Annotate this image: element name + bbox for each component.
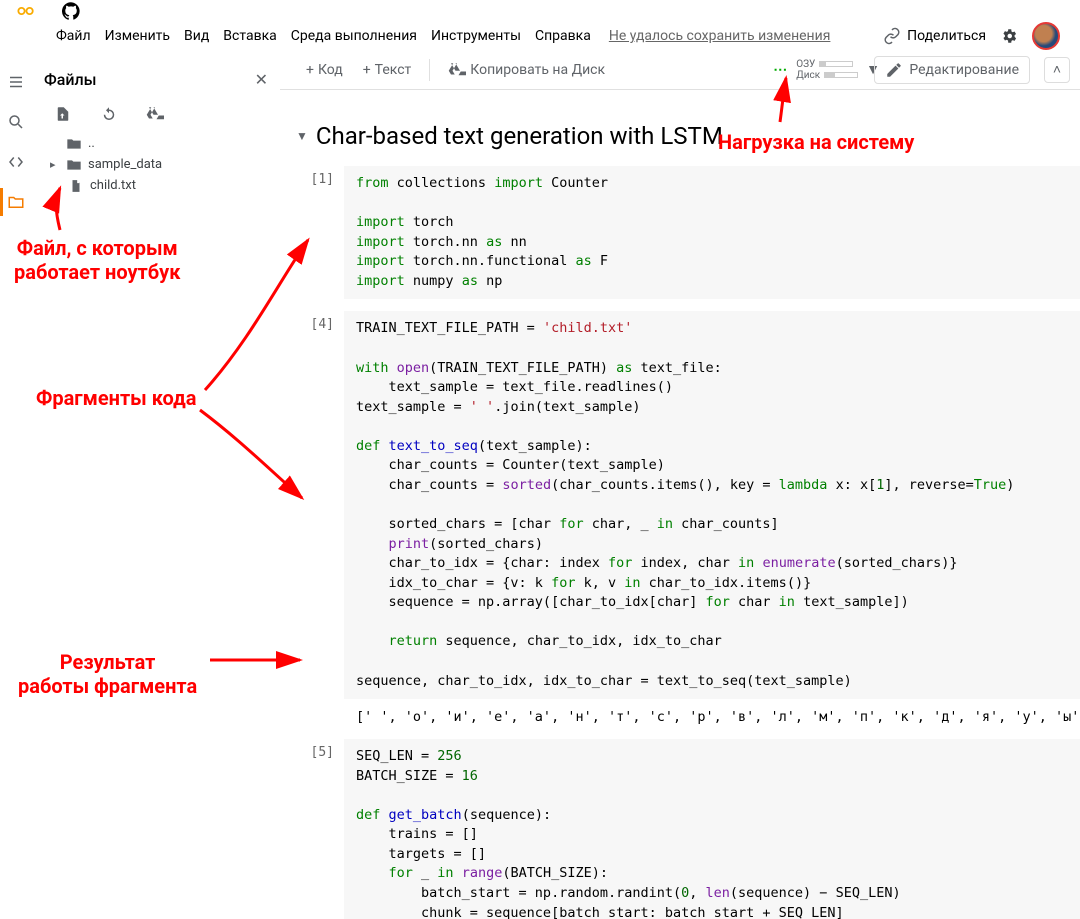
collapse-section-icon[interactable]: ▼	[296, 129, 308, 143]
disk-label: Диск	[796, 70, 820, 81]
link-icon	[883, 27, 901, 45]
tree-file-child-txt[interactable]: child.txt	[40, 175, 272, 196]
add-text-button[interactable]: + Текст	[353, 58, 422, 82]
mode-label: Редактирование	[909, 62, 1019, 78]
search-tab[interactable]	[6, 112, 26, 132]
save-status[interactable]: Не удалось сохранить изменения	[609, 28, 831, 44]
share-label: Поделиться	[907, 28, 986, 44]
runtime-status-icon: ⋯	[773, 62, 788, 78]
mount-drive-button[interactable]	[146, 105, 164, 123]
gear-icon	[1000, 27, 1018, 45]
copy-to-drive-button[interactable]: Копировать на Диск	[438, 57, 615, 83]
cell-exec-count: [5]	[296, 739, 344, 919]
tree-up-label: ..	[88, 136, 95, 151]
folder-icon	[7, 193, 25, 211]
resource-gauge: ОЗУ Диск	[796, 59, 858, 81]
add-code-button[interactable]: + Код	[296, 58, 353, 82]
tree-folder-label: sample_data	[88, 157, 162, 172]
notebook-area: ▼ Char-based text generation with LSTM […	[280, 96, 1080, 919]
chevron-up-icon: ˄	[1053, 61, 1061, 78]
add-text-label: Текст	[375, 62, 412, 78]
active-tab-indicator	[0, 188, 3, 216]
tree-folder-sample-data[interactable]: ▸ sample_data	[40, 154, 272, 175]
menu-runtime[interactable]: Среда выполнения	[291, 28, 417, 44]
tree-up[interactable]: ..	[40, 133, 272, 154]
add-code-label: Код	[318, 62, 343, 78]
sidebar-title: Файлы	[44, 70, 97, 89]
close-sidebar-button[interactable]: ✕	[255, 70, 268, 89]
code-cell[interactable]: [5]SEQ_LEN = 256 BATCH_SIZE = 16 def get…	[296, 733, 1080, 919]
copy-drive-label: Копировать на Диск	[470, 62, 605, 78]
cell-code[interactable]: TRAIN_TEXT_FILE_PATH = 'child.txt' with …	[344, 311, 1080, 699]
file-tree: .. ▸ sample_data child.txt	[40, 133, 272, 196]
github-icon[interactable]	[62, 2, 80, 20]
colab-logo[interactable]	[10, 1, 42, 21]
mode-dropdown[interactable]: Редактирование	[874, 56, 1030, 84]
menu-file[interactable]: Файл	[56, 28, 91, 44]
section-title: Char-based text generation with LSTM	[316, 122, 723, 150]
drive-icon	[448, 61, 466, 79]
cell-code[interactable]: SEQ_LEN = 256 BATCH_SIZE = 16 def get_ba…	[344, 739, 1080, 919]
avatar[interactable]	[1032, 22, 1060, 50]
settings-button[interactable]	[1000, 27, 1018, 45]
chevron-right-icon: ▸	[50, 158, 60, 171]
cell-exec-count: [4]	[296, 311, 344, 699]
cell-output: [' ', 'о', 'и', 'е', 'а', 'н', 'т', 'с',…	[296, 705, 1080, 733]
code-cell[interactable]: [1]from collections import Counter impor…	[296, 160, 1080, 305]
plus-icon: +	[363, 62, 371, 78]
menu-insert[interactable]: Вставка	[223, 28, 276, 44]
snippets-tab[interactable]	[6, 152, 26, 172]
ram-label: ОЗУ	[796, 59, 815, 70]
pencil-icon	[885, 61, 903, 79]
menu-edit[interactable]: Изменить	[105, 28, 170, 44]
divider	[429, 59, 430, 81]
menu-view[interactable]: Вид	[184, 28, 209, 44]
runtime-indicator[interactable]: ⋯ ОЗУ Диск ▼	[773, 59, 880, 81]
plus-icon: +	[306, 62, 314, 78]
toc-tab[interactable]	[6, 72, 26, 92]
main-menu: Файл Изменить Вид Вставка Среда выполнен…	[10, 28, 591, 44]
cell-code[interactable]: from collections import Counter import t…	[344, 166, 1080, 299]
tree-file-label: child.txt	[90, 178, 136, 193]
collapse-button[interactable]: ˄	[1044, 57, 1070, 83]
upload-file-button[interactable]	[54, 105, 72, 123]
files-tab[interactable]	[6, 192, 26, 212]
menu-help[interactable]: Справка	[535, 28, 591, 44]
files-sidebar: Файлы ✕ .. ▸ sample_data child.txt	[32, 56, 280, 919]
code-cell[interactable]: [4]TRAIN_TEXT_FILE_PATH = 'child.txt' wi…	[296, 305, 1080, 705]
refresh-button[interactable]	[100, 105, 118, 123]
share-button[interactable]: Поделиться	[883, 27, 986, 45]
menu-tools[interactable]: Инструменты	[431, 28, 521, 44]
cell-exec-count: [1]	[296, 166, 344, 299]
